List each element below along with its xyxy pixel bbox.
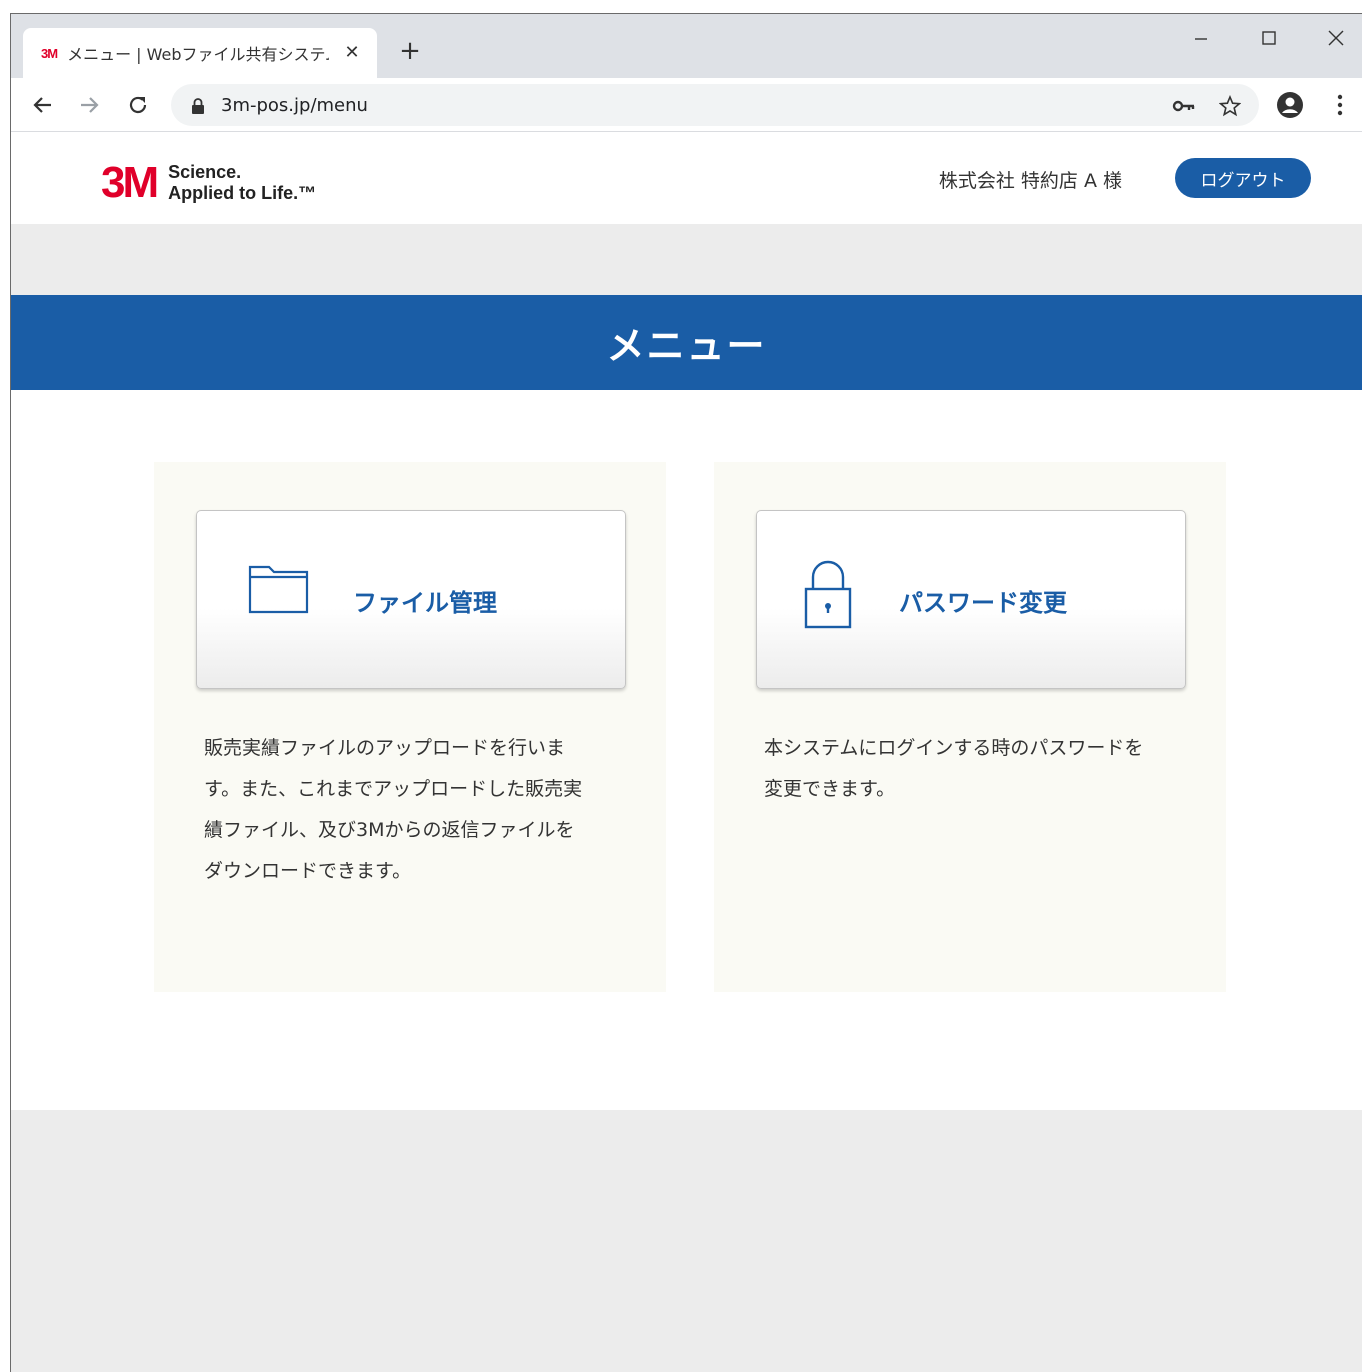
browser-tab[interactable]: 3M メニュー | Webファイル共有システム - 3 ✕ [23, 28, 377, 78]
tab-close-button[interactable]: ✕ [341, 41, 363, 63]
header-spacer-band [11, 224, 1362, 295]
page-content: 3M Science. Applied to Life.™ 株式会社 特約店 A… [11, 133, 1362, 1372]
file-management-label: ファイル管理 [353, 589, 497, 617]
reload-button[interactable] [123, 90, 153, 120]
window-close-button[interactable] [1316, 22, 1356, 54]
folder-icon [248, 565, 309, 614]
forward-button[interactable] [75, 90, 105, 120]
profile-button[interactable] [1275, 90, 1305, 120]
file-management-card: ファイル管理 販売実績ファイルのアップロードを行いま す。また、これまでアップロ… [154, 462, 666, 992]
lock-icon [185, 93, 211, 119]
back-button[interactable] [27, 90, 57, 120]
key-icon[interactable] [1171, 93, 1197, 119]
minimize-icon [1195, 38, 1207, 40]
page-footer-band [11, 1110, 1362, 1372]
arrow-left-icon [33, 97, 51, 113]
maximize-button[interactable] [1249, 22, 1289, 54]
description-line: す。また、これまでアップロードした販売実 [204, 778, 583, 800]
password-change-label: パスワード変更 [899, 589, 1067, 617]
arrow-right-icon [81, 97, 99, 113]
file-management-button[interactable]: ファイル管理 [196, 510, 626, 689]
menu-title-bar: メニュー [11, 295, 1362, 390]
3m-logo: 3M Science. Applied to Life.™ [101, 161, 316, 205]
tab-strip: 3M メニュー | Webファイル共有システム - 3 ✕ + [11, 14, 1362, 78]
close-icon [1328, 30, 1344, 46]
lock-icon [804, 560, 852, 629]
url-text: 3m-pos.jp/menu [221, 95, 368, 116]
password-change-description: 本システムにログインする時のパスワードを 変更できます。 [764, 728, 1184, 810]
description-line: 販売実績ファイルのアップロードを行いま [204, 737, 566, 759]
page-title: メニュー [606, 324, 767, 368]
browser-toolbar: 3m-pos.jp/menu [11, 78, 1362, 132]
logo-tagline-line2: Applied to Life.™ [168, 183, 317, 203]
password-change-button[interactable]: パスワード変更 [756, 510, 1186, 689]
minimize-button[interactable] [1181, 22, 1221, 54]
browser-window: 3M メニュー | Webファイル共有システム - 3 ✕ + [10, 13, 1362, 1372]
company-name: 株式会社 特約店 A 様 [938, 170, 1122, 192]
file-management-description: 販売実績ファイルのアップロードを行いま す。また、これまでアップロードした販売実… [204, 728, 624, 892]
favicon-icon: 3M [41, 45, 58, 61]
tab-title: メニュー | Webファイル共有システム - 3 [67, 45, 330, 64]
logo-tagline: Science. Applied to Life.™ [168, 162, 316, 204]
description-line: 績ファイル、及び3Mからの返信ファイルを [204, 819, 575, 841]
bookmark-star-icon[interactable] [1217, 93, 1243, 119]
site-header: 3M Science. Applied to Life.™ 株式会社 特約店 A… [11, 133, 1362, 224]
reload-icon [129, 96, 147, 114]
browser-menu-button[interactable] [1325, 90, 1355, 120]
description-line: 本システムにログインする時のパスワードを [764, 737, 1144, 759]
description-line: 変更できます。 [764, 778, 896, 800]
password-change-card: パスワード変更 本システムにログインする時のパスワードを 変更できます。 [714, 462, 1226, 992]
logo-mark: 3M [101, 158, 159, 207]
more-vert-icon [1337, 94, 1343, 116]
description-line: ダウンロードできます。 [204, 860, 412, 882]
logo-tagline-line1: Science. [168, 162, 242, 182]
new-tab-button[interactable]: + [395, 36, 425, 66]
account-icon [1277, 92, 1303, 118]
logout-button[interactable]: ログアウト [1175, 158, 1311, 198]
maximize-icon [1262, 31, 1276, 45]
address-bar[interactable]: 3m-pos.jp/menu [171, 84, 1259, 126]
